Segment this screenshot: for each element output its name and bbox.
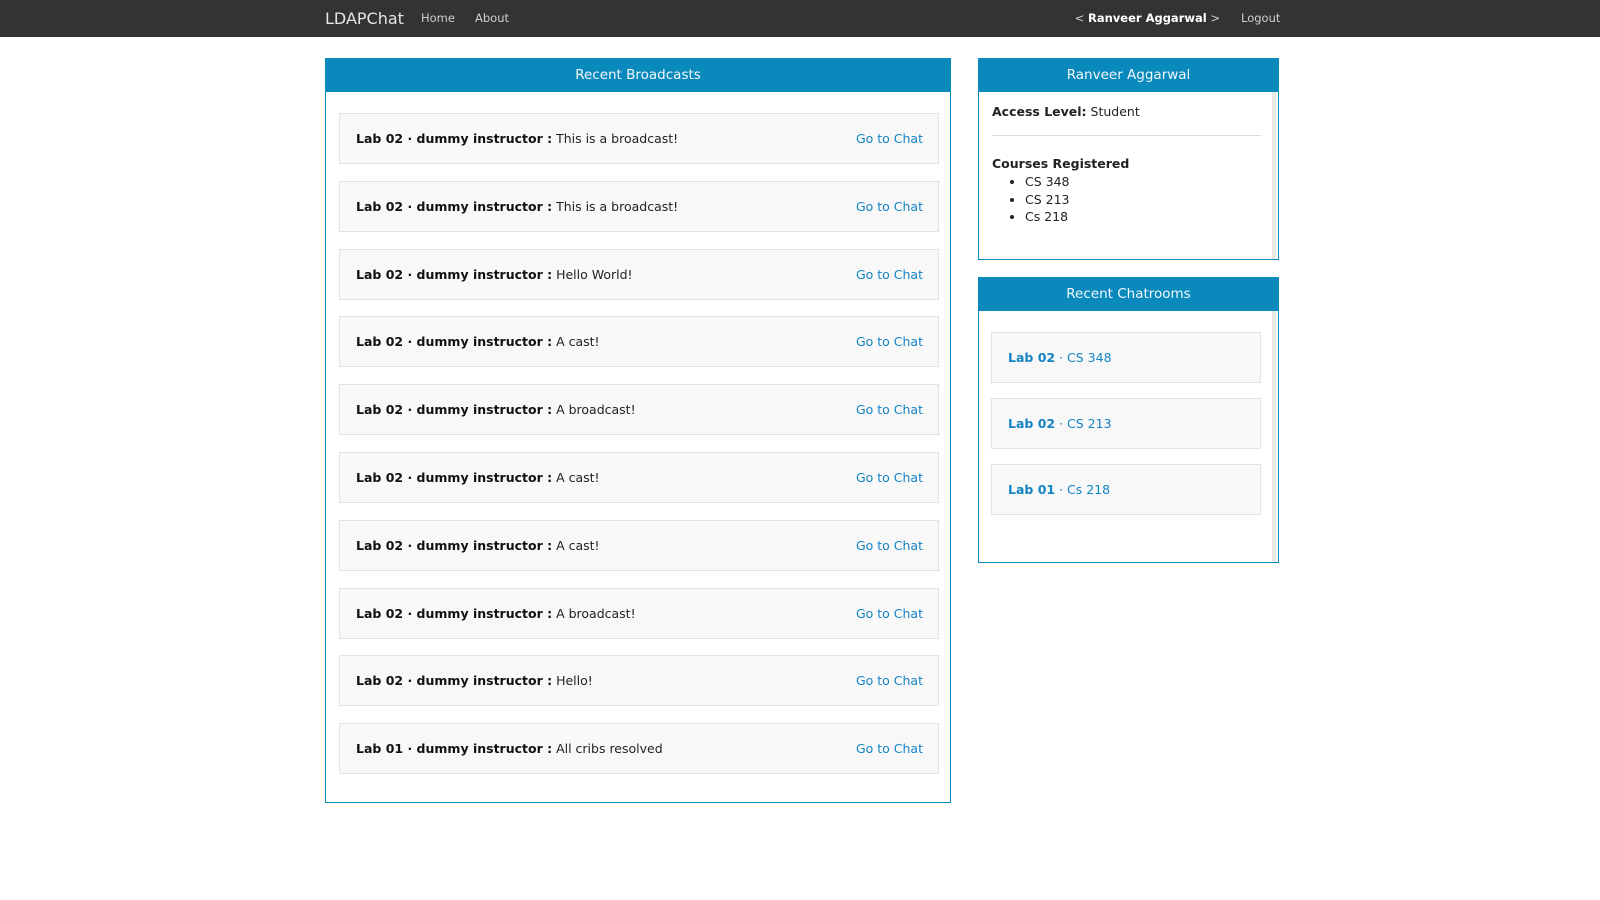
broadcast-source: Lab 02 · dummy instructor :	[356, 537, 553, 553]
nav-about-link[interactable]: About	[475, 0, 509, 37]
recent-chatrooms-panel: Recent Chatrooms Lab 02 · CS 348 Lab 02 …	[978, 277, 1279, 563]
broadcast-source: Lab 02 · dummy instructor :	[356, 402, 553, 418]
course-item: CS 213	[1025, 191, 1261, 209]
go-to-chat-link[interactable]: Go to Chat	[856, 182, 923, 231]
broadcast-item: Lab 02 · dummy instructor : A cast! Go to…	[339, 452, 939, 503]
broadcast-message: A cast!	[552, 470, 600, 485]
broadcast-item: Lab 02 · dummy instructor : A broadcast!…	[339, 587, 939, 639]
broadcast-source: Lab 02 · dummy instructor :	[356, 605, 553, 621]
broadcast-item: Lab 02 · dummy instructor : This is a br…	[339, 113, 939, 164]
user-prefix: <	[1074, 11, 1088, 25]
course-item: CS 348	[1025, 173, 1261, 191]
chatrooms-scrollbar[interactable]	[1272, 311, 1276, 562]
nav-home-link[interactable]: Home	[421, 0, 455, 37]
broadcast-text: Lab 02 · dummy instructor : Hello!	[356, 656, 593, 705]
broadcast-text: Lab 02 · dummy instructor : A cast!	[356, 453, 600, 502]
chatroom-link[interactable]: Lab 02 · CS 213	[1008, 399, 1112, 448]
top-navbar: LDAPChat Home About < Ranveer Aggarwal >…	[0, 0, 1600, 37]
go-to-chat-link[interactable]: Go to Chat	[856, 385, 923, 434]
broadcast-item: Lab 02 · dummy instructor : A cast! Go to…	[339, 519, 939, 571]
nav-user-link[interactable]: < Ranveer Aggarwal >	[1075, 0, 1220, 37]
broadcast-item: Lab 01 · dummy instructor : All cribs re…	[339, 723, 939, 775]
courses-registered-label: Courses Registered	[992, 156, 1130, 171]
broadcast-item: Lab 02 · dummy instructor : A cast! Go to…	[339, 316, 939, 368]
go-to-chat-link[interactable]: Go to Chat	[856, 453, 923, 502]
recent-chatrooms-title: Recent Chatrooms	[979, 278, 1278, 311]
profile-panel: Ranveer Aggarwal Access Level: Student C…	[978, 58, 1279, 260]
profile-scrollbar[interactable]	[1272, 92, 1276, 259]
broadcast-source: Lab 02 · dummy instructor :	[356, 673, 553, 689]
chatroom-link[interactable]: Lab 01 · Cs 218	[1008, 465, 1110, 514]
go-to-chat-link[interactable]: Go to Chat	[856, 250, 923, 299]
access-level-label: Access Level:	[992, 104, 1087, 119]
broadcast-message: This is a broadcast!	[552, 131, 679, 146]
access-level: Access Level: Student	[992, 104, 1261, 119]
broadcast-text: Lab 02 · dummy instructor : Hello World!	[356, 250, 633, 299]
broadcast-item: Lab 02 · dummy instructor : A broadcast!…	[339, 384, 939, 436]
broadcast-source: Lab 02 · dummy instructor :	[356, 470, 553, 485]
user-name: Ranveer Aggarwal	[1088, 11, 1207, 25]
broadcast-source: Lab 02 · dummy instructor :	[356, 334, 553, 350]
broadcast-text: Lab 02 · dummy instructor : A broadcast!	[356, 385, 636, 434]
chatroom-item: Lab 01 · Cs 218	[991, 464, 1261, 515]
broadcast-text: Lab 02 · dummy instructor : A cast!	[356, 521, 600, 570]
recent-broadcasts-panel: Recent Broadcasts Lab 02 · dummy instruc…	[325, 58, 951, 803]
broadcast-text: Lab 02 · dummy instructor : This is a br…	[356, 114, 678, 163]
user-suffix: >	[1206, 11, 1220, 25]
broadcast-source: Lab 01 · dummy instructor :	[356, 741, 553, 757]
courses-list: CS 348 CS 213 Cs 218	[992, 173, 1261, 226]
chatroom-item: Lab 02 · CS 213	[991, 398, 1261, 449]
profile-divider	[992, 135, 1261, 136]
recent-broadcasts-title: Recent Broadcasts	[326, 59, 950, 92]
broadcast-message: A cast!	[552, 537, 600, 553]
broadcast-text: Lab 01 · dummy instructor : All cribs re…	[356, 724, 663, 773]
go-to-chat-link[interactable]: Go to Chat	[856, 114, 923, 163]
broadcast-item: Lab 02 · dummy instructor : Hello World!…	[339, 248, 939, 300]
broadcast-source: Lab 02 · dummy instructor :	[356, 266, 553, 282]
access-level-value: Student	[1086, 104, 1140, 119]
broadcast-text: Lab 02 · dummy instructor : This is a br…	[356, 182, 678, 231]
broadcast-message: A broadcast!	[552, 605, 636, 621]
profile-name: Ranveer Aggarwal	[979, 59, 1278, 92]
broadcast-message: All cribs resolved	[552, 741, 663, 757]
go-to-chat-link[interactable]: Go to Chat	[856, 589, 923, 638]
broadcast-message: Hello!	[552, 673, 593, 689]
broadcast-source: Lab 02 · dummy instructor :	[356, 198, 553, 214]
go-to-chat-link[interactable]: Go to Chat	[856, 521, 923, 570]
broadcast-message: A broadcast!	[552, 402, 636, 418]
profile-body: Access Level: Student Courses Registered…	[979, 92, 1278, 226]
broadcast-message: A cast!	[552, 334, 600, 350]
logout-link[interactable]: Logout	[1241, 0, 1280, 37]
chatroom-item: Lab 02 · CS 348	[991, 332, 1261, 383]
broadcast-message: This is a broadcast!	[552, 198, 679, 214]
brand-link[interactable]: LDAPChat	[325, 0, 404, 37]
broadcast-source: Lab 02 · dummy instructor :	[356, 131, 553, 146]
course-item: Cs 218	[1025, 208, 1261, 226]
go-to-chat-link[interactable]: Go to Chat	[856, 724, 923, 773]
go-to-chat-link[interactable]: Go to Chat	[856, 317, 923, 366]
go-to-chat-link[interactable]: Go to Chat	[856, 656, 923, 705]
broadcast-text: Lab 02 · dummy instructor : A cast!	[356, 317, 600, 366]
broadcast-text: Lab 02 · dummy instructor : A broadcast!	[356, 589, 636, 638]
chatroom-link[interactable]: Lab 02 · CS 348	[1008, 333, 1112, 382]
broadcast-item: Lab 02 · dummy instructor : Hello! Go to …	[339, 655, 939, 707]
broadcast-message: Hello World!	[552, 266, 633, 282]
broadcast-item: Lab 02 · dummy instructor : This is a br…	[339, 180, 939, 232]
